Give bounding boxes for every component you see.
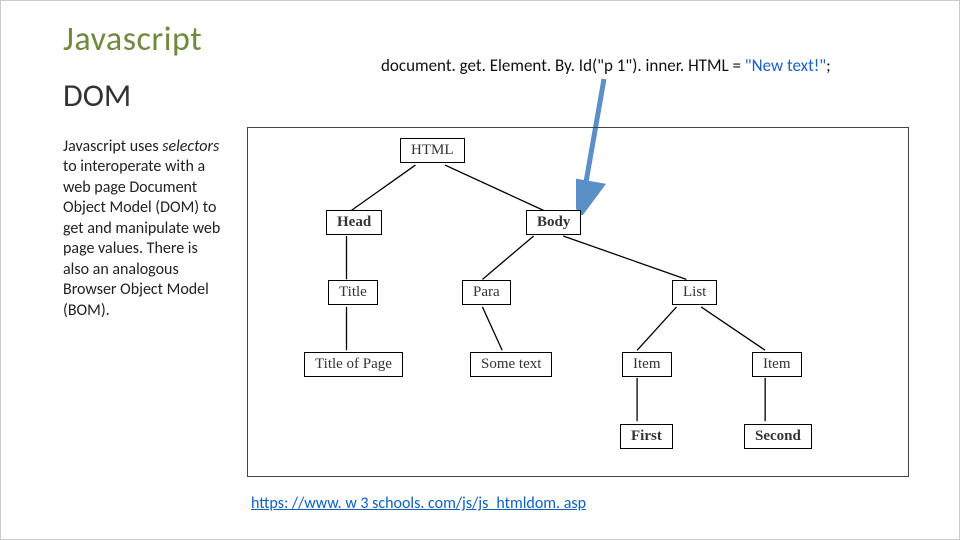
desc-rest: to interoperate with a web page Document… — [63, 157, 220, 319]
node-item1: Item — [622, 352, 672, 377]
code-line: document. get. Element. By. Id("p 1"). i… — [381, 55, 831, 76]
node-para: Para — [462, 280, 511, 305]
node-titlepage: Title of Page — [304, 352, 403, 377]
desc-part1: Javascript uses — [63, 137, 162, 156]
code-suffix: ; — [826, 55, 831, 76]
node-html: HTML — [400, 138, 465, 163]
node-item2: Item — [752, 352, 802, 377]
slide-subtitle: DOM — [63, 76, 909, 115]
desc-emph: selectors — [162, 137, 219, 156]
node-second: Second — [744, 424, 812, 449]
node-first: First — [620, 424, 673, 449]
dom-tree-diagram: HTML Head Body Title Para List Title of … — [247, 127, 909, 477]
code-prefix: document. get. Element. By. Id("p 1"). i… — [381, 55, 745, 76]
node-sometext: Some text — [470, 352, 552, 377]
slide: Javascript document. get. Element. By. I… — [0, 0, 960, 540]
source-link[interactable]: https: //www. w 3 schools. com/js/js_htm… — [251, 494, 586, 513]
slide-title: Javascript — [63, 19, 909, 60]
node-head: Head — [326, 210, 382, 235]
code-string-literal: "New text!" — [745, 55, 826, 76]
description-text: Javascript uses selectors to interoperat… — [63, 137, 221, 321]
node-title: Title — [328, 280, 378, 305]
content-row: Javascript uses selectors to interoperat… — [63, 133, 909, 477]
node-list: List — [672, 280, 717, 305]
node-body: Body — [526, 210, 581, 235]
